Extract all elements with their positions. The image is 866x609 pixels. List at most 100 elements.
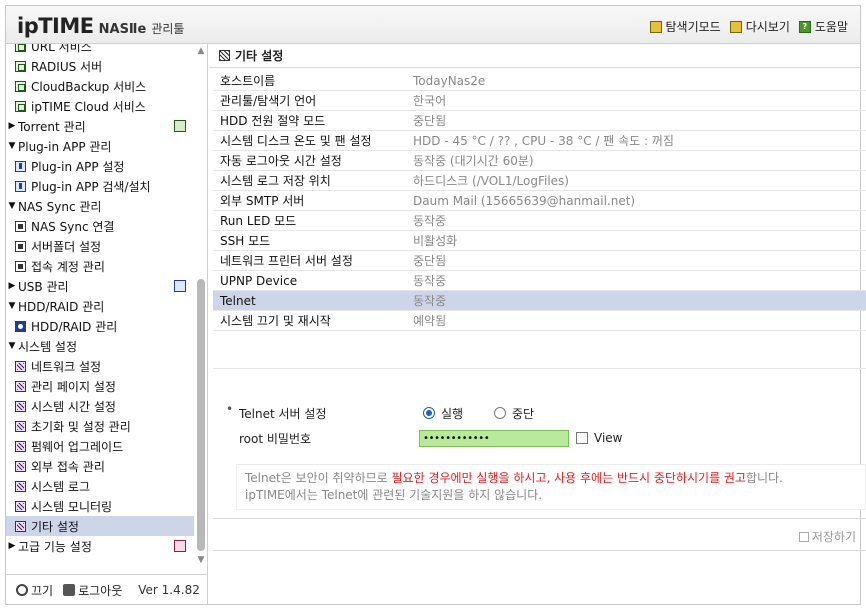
collapse-arrow-icon: ▼ — [8, 301, 16, 311]
help-link[interactable]: ? 도움말 — [798, 18, 848, 35]
explorer-mode-link[interactable]: 탐색기모드 — [649, 18, 721, 35]
sidebar-item[interactable]: RADIUS 서버 — [6, 56, 194, 76]
table-row[interactable]: 시스템 디스크 온도 및 팬 설정 HDD - 45 °C / ?? , CPU … — [213, 131, 866, 151]
usb-badge-icon — [174, 280, 186, 292]
root-password-label: root 비밀번호 — [239, 431, 312, 446]
table-row[interactable]: HDD 전원 절약 모드 중단됨 — [213, 111, 866, 131]
purple-menu-icon — [15, 400, 26, 412]
table-row[interactable]: SSH 모드 비활성화 — [213, 231, 866, 251]
sidebar-group[interactable]: ▼ HDD/RAID 관리 — [6, 296, 194, 316]
telnet-stop-radio[interactable]: 중단 — [494, 405, 534, 422]
sidebar-item[interactable]: 접속 계정 관리 — [6, 256, 194, 276]
sidebar-group[interactable]: ▶ Torrent 관리 — [6, 116, 194, 136]
save-button[interactable]: 저장하기 — [798, 528, 856, 545]
notice-text-warning: 필요한 경우에만 실행을 하시고, 사용 후에는 반드시 중단하시기를 권고 — [391, 471, 747, 485]
table-row[interactable]: 관리툴/탐색기 언어 한국어 — [213, 91, 866, 111]
sidebar-group[interactable]: ▼ Plug-in APP 관리 — [6, 136, 194, 156]
setting-value: Daum Mail (15665639@hanmail.net) — [413, 193, 636, 208]
purple-menu-icon — [15, 480, 26, 492]
power-off-button[interactable]: 끄기 — [16, 582, 53, 599]
refresh-link[interactable]: 다시보기 — [729, 18, 790, 35]
sidebar-group[interactable]: ▶ 고급 기능 설정 — [6, 536, 194, 556]
table-row[interactable]: Telnet 동작중 — [213, 291, 866, 311]
table-row[interactable]: 네트워크 프린터 서버 설정 중단됨 — [213, 251, 866, 271]
table-row[interactable]: UPNP Device 동작중 — [213, 271, 866, 291]
setting-name: 시스템 디스크 온도 및 팬 설정 — [220, 134, 372, 148]
sidebar-item[interactable]: NAS Sync 연결 — [6, 216, 194, 236]
sidebar-item[interactable]: 네트워크 설정 — [6, 356, 194, 376]
sidebar-item[interactable]: 초기화 및 설정 관리 — [6, 416, 194, 436]
setting-value: 한국어 — [413, 94, 447, 108]
sidebar-item[interactable]: 시스템 로그 — [6, 476, 194, 496]
sidebar-item[interactable]: 기타 설정 — [6, 516, 194, 536]
table-row[interactable]: Run LED 모드 동작중 — [213, 211, 866, 231]
sidebar-item-label: 시스템 로그 — [31, 479, 91, 494]
scroll-up-arrow-icon[interactable]: ▲ — [197, 46, 205, 56]
setting-name: 관리툴/탐색기 언어 — [220, 94, 317, 108]
setting-name: UPNP Device — [220, 273, 298, 288]
expand-arrow-icon: ▶ — [8, 541, 16, 551]
sidebar-item-label: Plug-in APP 검색/설치 — [31, 179, 151, 194]
sidebar-scrollbar[interactable]: ▲ ▼ — [195, 44, 207, 574]
sidebar-item[interactable]: 외부 접속 관리 — [6, 456, 194, 476]
sidebar-item[interactable]: HDD/RAID 관리 — [6, 316, 194, 336]
help-label: 도움말 — [814, 20, 848, 34]
explorer-icon — [649, 20, 662, 33]
sidebar-item[interactable]: 펌웨어 업그레이드 — [6, 436, 194, 456]
telnet-run-label: 실행 — [441, 406, 464, 421]
version-label: Ver 1.4.82 — [138, 583, 200, 597]
sidebar-item-label: 펌웨어 업그레이드 — [31, 439, 124, 454]
setting-name: 시스템 끄기 및 재시작 — [220, 314, 331, 328]
root-password-input[interactable]: •••••••••••• — [419, 429, 569, 447]
blue-menu-icon — [15, 180, 26, 192]
explorer-mode-label: 탐색기모드 — [665, 20, 721, 34]
table-row[interactable]: 시스템 로그 저장 위치 하드디스크 (/VOL1/LogFiles) — [213, 171, 866, 191]
setting-value: 동작중 — [413, 274, 447, 288]
sidebar-item[interactable]: ipTIME Cloud 서비스 — [6, 96, 194, 116]
logo: ipTIME NASⅡe 관리툴 — [17, 14, 184, 38]
sidebar-group[interactable]: ▼ NAS Sync 관리 — [6, 196, 194, 216]
setting-value: 중단됨 — [413, 114, 447, 128]
sidebar-item[interactable]: URL 서비스 — [6, 44, 194, 56]
sidebar-item[interactable]: Plug-in APP 검색/설치 — [6, 176, 194, 196]
sidebar-item[interactable]: 서버폴더 설정 — [6, 236, 194, 256]
table-row[interactable]: 외부 SMTP 서버 Daum Mail (15665639@hanmail.ne… — [213, 191, 866, 211]
table-row[interactable]: 호스트이름 TodayNas2e — [213, 71, 866, 91]
table-row[interactable]: 시스템 끄기 및 재시작 예약됨 — [213, 311, 866, 331]
sidebar-item-label: NAS Sync 연결 — [31, 219, 115, 234]
sidebar-item-label: HDD/RAID 관리 — [31, 319, 118, 334]
table-row[interactable]: 자동 로그아웃 시간 설정 동작중 (대기시간 60분) — [213, 151, 866, 171]
setting-name: 호스트이름 — [220, 74, 276, 88]
expand-arrow-icon: ▶ — [8, 121, 16, 131]
sidebar-item-label: 네트워크 설정 — [31, 359, 102, 374]
header-bar: ipTIME NASⅡe 관리툴 탐색기모드 다시보기 ? 도움말 — [6, 6, 860, 44]
sidebar-item[interactable]: 시스템 모니터링 — [6, 496, 194, 516]
setting-name: HDD 전원 절약 모드 — [220, 114, 326, 128]
sidebar-item[interactable]: Plug-in APP 설정 — [6, 156, 194, 176]
sidebar-item-label: RADIUS 서버 — [31, 59, 103, 74]
sidebar-item[interactable]: 관리 페이지 설정 — [6, 376, 194, 396]
settings-table: 호스트이름 TodayNas2e 관리툴/탐색기 언어 한국어 HDD 전원 절약 모드… — [213, 71, 866, 369]
sidebar-group[interactable]: ▼ 시스템 설정 — [6, 336, 194, 356]
logout-button[interactable]: 로그아웃 — [63, 582, 122, 599]
purple-menu-icon — [15, 380, 26, 392]
sidebar-item-label: NAS Sync 관리 — [18, 199, 102, 214]
view-password-label: View — [594, 431, 623, 445]
sidebar-item-label: 외부 접속 관리 — [31, 459, 105, 474]
sidebar-group[interactable]: ▶ USB 관리 — [6, 276, 194, 296]
notice-text-c: 합니다. — [746, 471, 783, 485]
view-password-checkbox[interactable]: View — [576, 431, 622, 445]
setting-value: 동작중 — [413, 294, 447, 308]
telnet-run-radio[interactable]: 실행 — [423, 405, 463, 422]
collapse-arrow-icon: ▼ — [8, 201, 16, 211]
setting-name: 자동 로그아웃 시간 설정 — [220, 154, 342, 168]
sidebar-item-label: 시스템 설정 — [18, 339, 78, 354]
sidebar-item[interactable]: CloudBackup 서비스 — [6, 76, 194, 96]
sidebar-item-label: 시스템 시간 설정 — [31, 399, 116, 414]
save-icon — [798, 531, 809, 542]
sidebar-item[interactable]: 시스템 시간 설정 — [6, 396, 194, 416]
setting-name: 외부 SMTP 서버 — [220, 194, 305, 208]
scroll-thumb[interactable] — [197, 279, 205, 551]
scroll-down-arrow-icon[interactable]: ▼ — [197, 555, 205, 565]
green-menu-icon — [15, 80, 26, 92]
